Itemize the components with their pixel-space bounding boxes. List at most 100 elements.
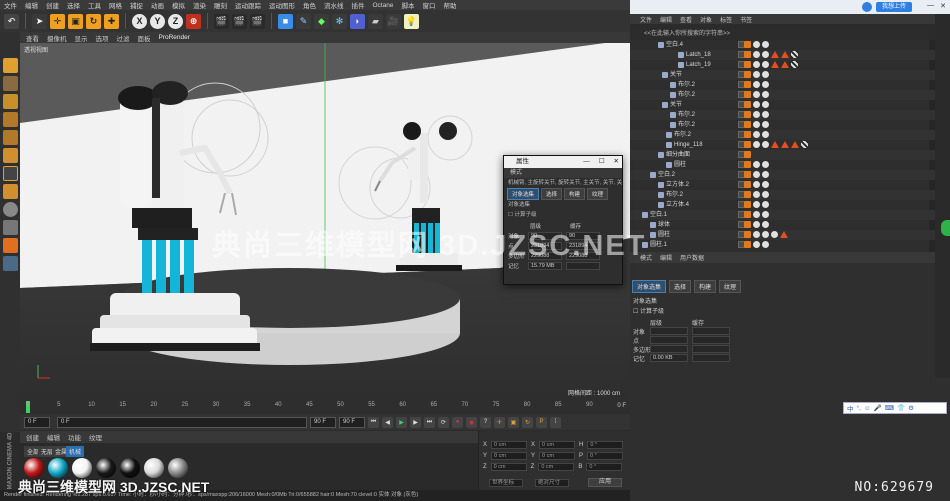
material-swatch[interactable] [144,458,164,478]
size-mode-select[interactable]: 绝对尺寸 [535,479,569,487]
object-tag-icon[interactable] [744,101,751,108]
object-row[interactable]: Hinge_118 [630,140,935,150]
object-tag-icon[interactable] [762,241,769,248]
coordinate-field[interactable]: 0 cm [491,441,528,449]
close-icon[interactable]: ✕ [940,2,946,10]
workplane-icon[interactable] [2,94,18,109]
object-tag-icon[interactable] [753,51,760,58]
menu-item[interactable]: 编辑 [25,0,38,10]
material-menu-item[interactable]: 编辑 [47,432,60,442]
timeline[interactable]: 0 5 10 15 20 25 30 35 40 45 50 55 60 65 70 75 80 85 90 0 F [20,400,630,414]
dialog-compute-children[interactable]: ☐ 计算子级 [504,210,622,220]
object-tag-icon[interactable] [762,91,769,98]
scale-icon[interactable]: ▣ [68,13,83,29]
object-tag-icon[interactable] [753,121,760,128]
keyframe-icon[interactable]: ? [480,416,491,428]
object-tag-icon[interactable] [744,201,751,208]
viewport-menu-item[interactable]: 过滤 [117,33,130,43]
object-row[interactable]: 圆柱.1 [630,240,935,250]
menu-item[interactable]: 雕刻 [214,0,227,10]
object-tag-icon[interactable] [762,181,769,188]
object-tag-icon[interactable] [771,231,778,238]
material-menu-item[interactable]: 功能 [68,432,81,442]
polygons-mode-icon[interactable] [2,148,18,163]
object-tag-icon[interactable] [762,121,769,128]
ime-button[interactable]: 中 [847,403,854,413]
subdivision-icon[interactable]: ◆ [314,13,329,29]
object-tag-icon[interactable] [753,71,760,78]
object-tag-icon[interactable] [781,61,789,68]
object-tag-icon[interactable] [744,151,751,158]
texture-mode-icon[interactable] [2,76,18,91]
object-tag-icon[interactable] [781,51,789,58]
coordinate-field[interactable]: 0 ° [587,452,624,460]
menu-item[interactable]: 渲染 [193,0,206,10]
object-tag-icon[interactable] [744,71,751,78]
tweak-icon[interactable] [2,184,18,199]
viewport-menu-item[interactable]: 面板 [138,33,151,43]
goto-end-icon[interactable]: ⏭ [424,416,435,428]
viewport-menu-item[interactable]: 选项 [96,33,109,43]
play-icon[interactable]: ▶ [396,416,407,428]
menu-item[interactable]: 流水线 [324,0,344,10]
object-tag-icon[interactable] [744,91,751,98]
minimize-icon[interactable]: — [927,2,934,10]
points-mode-icon[interactable] [2,112,18,127]
object-tag-icon[interactable] [762,171,769,178]
start-frame-field[interactable]: 0 F [57,416,307,428]
object-row[interactable]: 布尔.2 [630,130,935,140]
cube-icon[interactable]: ■ [278,13,293,29]
max-frame-field[interactable]: 90 F [339,416,365,428]
layers-icon[interactable] [2,256,18,271]
attribute-tab[interactable]: 构建 [694,280,717,293]
menu-item[interactable]: 工具 [88,0,101,10]
object-tag-icon[interactable] [762,201,769,208]
material-menu-item[interactable]: 纹理 [89,432,102,442]
viewport-menu-item[interactable]: 摄像机 [47,33,67,43]
compute-children-checkbox[interactable]: ☐ 计算子级 [633,306,664,315]
object-tag-icon[interactable] [771,141,779,148]
coordinate-mode-select[interactable]: 世界坐标 [489,479,523,487]
render-picture-icon[interactable]: 🎬 [232,13,247,29]
object-row[interactable]: 布尔.2 [630,110,935,120]
coordinate-field[interactable]: 0 cm [539,452,576,460]
goto-start-icon[interactable]: ⏮ [368,416,379,428]
object-tag-icon[interactable] [744,51,751,58]
object-tag-icon[interactable] [753,111,760,118]
model-mode-icon[interactable] [2,58,18,73]
viewport-menu-item[interactable]: 显示 [75,33,88,43]
object-tag-icon[interactable] [753,181,760,188]
coordinate-field[interactable]: 0 ° [587,441,624,449]
viewport-menu-item[interactable]: 查看 [26,33,39,43]
light-icon[interactable]: 💡 [404,13,419,29]
object-tag-icon[interactable] [771,51,779,58]
object-tag-icon[interactable] [753,61,760,68]
object-row[interactable]: 空白.2 [630,170,935,180]
move-key-icon[interactable]: ✛ [494,416,505,428]
object-tag-icon[interactable] [744,61,751,68]
menu-item[interactable]: 动画 [151,0,164,10]
object-row[interactable]: 立方体.2 [630,180,935,190]
object-tag-icon[interactable] [762,191,769,198]
object-tag-icon[interactable] [762,231,769,238]
object-tag-icon[interactable] [781,141,789,148]
object-tag-icon[interactable] [762,221,769,228]
object-row[interactable]: 空白.1 [630,210,935,220]
coordinate-system-icon[interactable]: ⊕ [186,13,201,29]
object-tag-icon[interactable] [762,81,769,88]
object-tag-icon[interactable] [753,241,760,248]
object-tag-icon[interactable] [762,111,769,118]
object-tag-icon[interactable] [753,41,760,48]
dialog-menu[interactable]: 模式 [504,168,622,178]
material-swatch[interactable] [48,458,68,478]
maximize-icon[interactable]: ☐ [599,156,605,168]
object-tag-icon[interactable] [791,141,799,148]
camera-icon[interactable]: 🎥 [386,13,401,29]
material-filter-tab[interactable]: 机械 [66,446,85,457]
object-tag-icon[interactable] [762,161,769,168]
attribute-tab[interactable]: 对象选集 [632,280,667,293]
menu-item[interactable]: 文件 [4,0,17,10]
attribute-tab[interactable]: 选择 [669,280,692,293]
prev-key-icon[interactable]: ◀ [382,416,393,428]
auto-key-icon[interactable]: ◉ [466,416,477,428]
